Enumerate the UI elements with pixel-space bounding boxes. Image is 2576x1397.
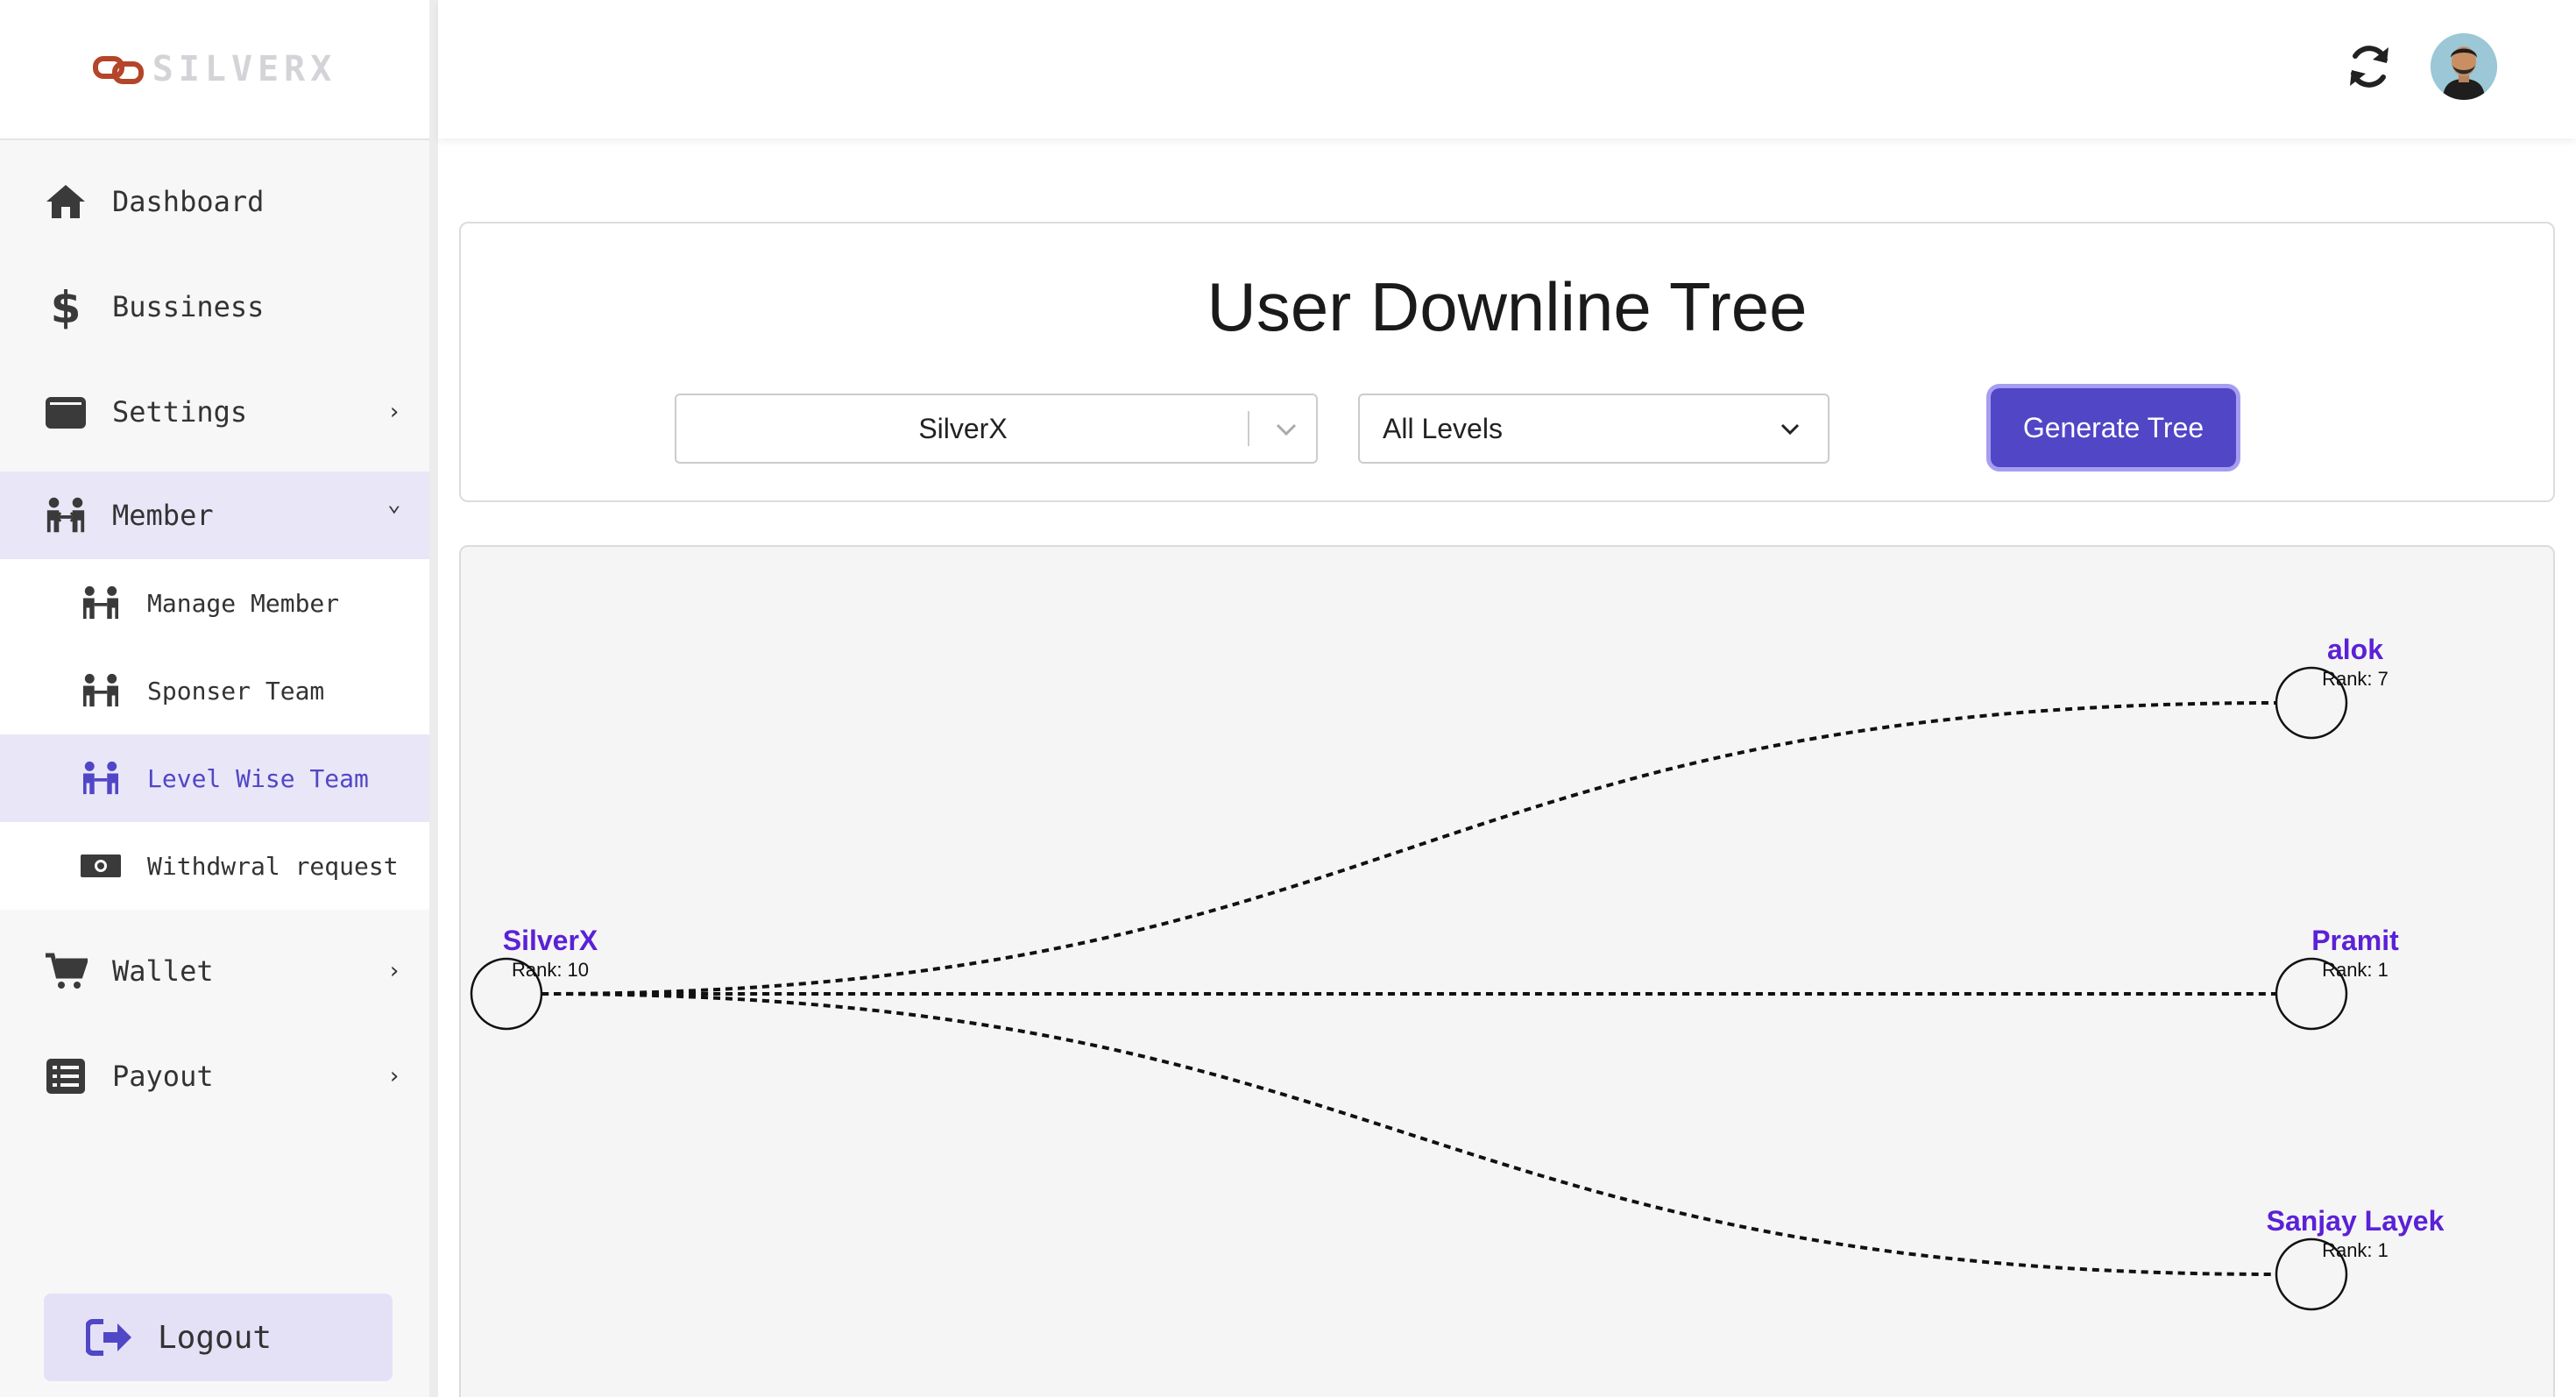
sidebar-subitem-sponser-team[interactable]: Sponser Team [0, 647, 429, 734]
sidebar-subitem-label: Withdwral request [147, 851, 399, 881]
sidebar-item-payout[interactable]: Payout › [0, 1041, 429, 1111]
sidebar: SILVERX Dashboard $ Bussiness Settings ›… [0, 0, 438, 1397]
sidebar-item-label: Payout [112, 1060, 214, 1093]
sidebar-item-label: Wallet [112, 954, 214, 988]
refresh-icon[interactable] [2345, 42, 2394, 91]
tree-node-rank: Rank: 7 [2322, 668, 2388, 690]
generate-tree-button[interactable]: Generate Tree [1991, 388, 2236, 467]
wallet-icon [44, 390, 88, 434]
sidebar-item-label: Bussiness [112, 290, 265, 323]
sidebar-item-wallet[interactable]: Wallet › [0, 936, 429, 1006]
sidebar-item-member[interactable]: Member ⌄ [0, 472, 429, 559]
chain-logo-icon [92, 56, 144, 84]
tree-node-name: Pramit [2311, 925, 2399, 956]
sidebar-item-dashboard[interactable]: Dashboard [0, 167, 429, 237]
tree-node-rank: Rank: 10 [512, 959, 589, 981]
dollar-icon: $ [44, 284, 88, 330]
tree-node-rank: Rank: 1 [2322, 1239, 2388, 1261]
sidebar-item-settings[interactable]: Settings › [0, 377, 429, 447]
chevron-right-icon: › [387, 958, 401, 984]
people-icon [79, 756, 123, 800]
sidebar-subitem-label: Manage Member [147, 588, 340, 618]
sidebar-item-bussiness[interactable]: $ Bussiness [0, 272, 429, 342]
tree-node-name: SilverX [503, 925, 598, 956]
brand-logo[interactable]: SILVERX [92, 49, 337, 89]
level-select[interactable]: All Levels [1358, 394, 1829, 464]
people-icon [79, 669, 123, 713]
tree-link [541, 701, 2277, 996]
tree-node-name: alok [2327, 634, 2383, 665]
logout-icon [86, 1314, 133, 1361]
user-select[interactable]: SilverX [675, 394, 1318, 464]
tree-form-card: User Downline Tree SilverX All Levels Ge… [459, 222, 2555, 502]
list-icon [44, 1054, 88, 1098]
brand-logo-text: SILVERX [152, 49, 337, 89]
home-icon [44, 180, 88, 223]
money-icon [79, 844, 123, 888]
tree-node-root[interactable]: SilverX Rank: 10 [470, 925, 598, 1031]
sidebar-item-label: Dashboard [112, 185, 265, 218]
page-title: User Downline Tree [1207, 268, 1808, 345]
svg-text:$: $ [51, 284, 81, 330]
people-icon [44, 493, 88, 537]
tree-node-name: Sanjay Layek [2267, 1205, 2445, 1237]
sidebar-item-label: Settings [112, 395, 248, 429]
sidebar-subitem-manage-member[interactable]: Manage Member [0, 559, 429, 647]
tree-node-child[interactable]: Sanjay LayekRank: 1 [2267, 1205, 2445, 1311]
people-icon [79, 581, 123, 625]
downline-tree: SilverXRank: 10alokRank: 7PramitRank: 1S… [470, 634, 2445, 1311]
top-header [438, 0, 2576, 138]
sidebar-item-label: Member [112, 499, 214, 532]
level-select-value: All Levels [1383, 413, 1503, 444]
sidebar-subitem-level-wise-team[interactable]: Level Wise Team [0, 734, 429, 822]
tree-canvas: SilverX Rank: 10 alok Rank: 7 Pramit Rank: 1S… [459, 545, 2555, 1397]
chevron-down-icon: ⌄ [387, 491, 401, 517]
sidebar-subitem-withdwral-request[interactable]: Withdwral request [0, 822, 429, 910]
user-avatar[interactable] [2431, 33, 2497, 100]
logo-area: SILVERX [0, 0, 429, 140]
tree-node-rank: Rank: 1 [2322, 959, 2388, 981]
select-separator [1248, 411, 1249, 446]
logout-label: Logout [158, 1319, 272, 1356]
tree-node-child[interactable]: alok Rank: 7 [2275, 634, 2388, 740]
tree-node-child[interactable]: Pramit Rank: 1 [2275, 925, 2399, 1031]
chevron-down-icon[interactable] [1269, 413, 1304, 444]
logout-button[interactable]: Logout [44, 1294, 393, 1381]
chevron-right-icon: › [387, 1063, 401, 1089]
sidebar-subitem-label: Sponser Team [147, 676, 325, 706]
sidebar-subitem-label: Level Wise Team [147, 763, 369, 793]
user-select-value: SilverX [918, 413, 1008, 444]
chevron-down-icon [1780, 423, 1800, 436]
chevron-right-icon: › [387, 399, 401, 425]
cart-icon [44, 949, 88, 993]
tree-link [541, 992, 2277, 1276]
